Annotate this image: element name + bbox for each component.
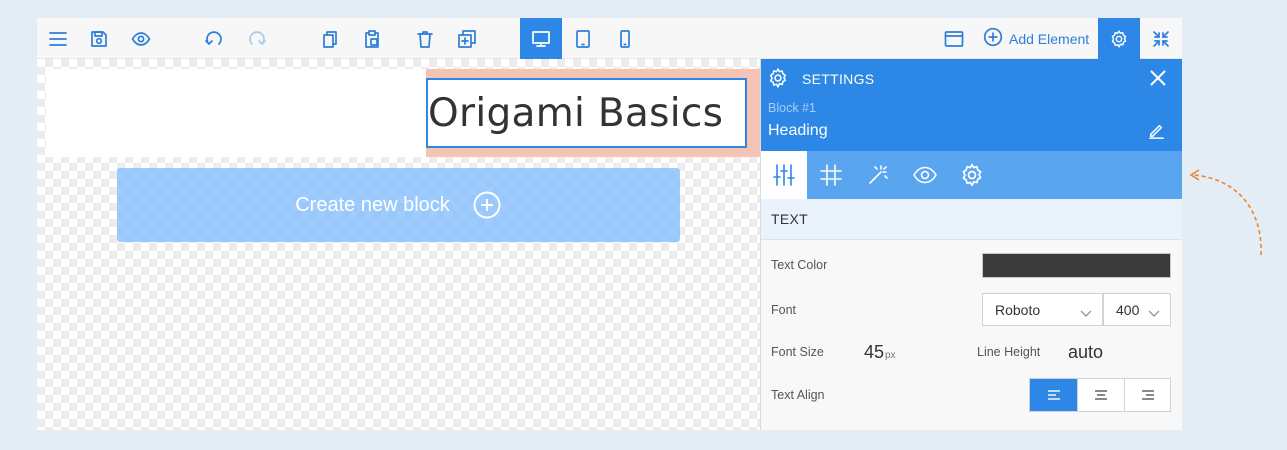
chevron-down-icon <box>1148 305 1160 317</box>
collapse-arrows-icon[interactable] <box>1140 18 1182 59</box>
add-element-button[interactable]: Add Element <box>983 18 1089 59</box>
font-size-value[interactable]: 45 <box>864 342 884 363</box>
close-icon[interactable] <box>1149 69 1171 91</box>
top-toolbar: Add Element <box>37 18 1182 59</box>
font-family-value: Roboto <box>995 301 1041 318</box>
line-height-value[interactable]: auto <box>1068 342 1103 363</box>
delete-icon[interactable] <box>405 18 445 59</box>
add-element-label: Add Element <box>1009 30 1090 47</box>
mobile-icon[interactable] <box>604 18 646 59</box>
align-left-icon[interactable] <box>1030 379 1077 411</box>
text-align-group <box>1029 378 1171 412</box>
plus-circle-icon <box>473 191 501 219</box>
menu-icon[interactable] <box>38 18 78 59</box>
heading-text[interactable]: Origami Basics <box>428 91 723 136</box>
desktop-icon[interactable] <box>520 18 562 59</box>
font-weight-value: 400 <box>1116 301 1140 318</box>
magic-wand-icon[interactable] <box>855 151 901 199</box>
undo-icon[interactable] <box>194 18 234 59</box>
duplicate-icon[interactable] <box>447 18 487 59</box>
copy-icon[interactable] <box>310 18 350 59</box>
text-align-label: Text Align <box>771 388 825 402</box>
preview-eye-icon[interactable] <box>121 18 161 59</box>
content-block[interactable]: Origami Basics <box>46 69 760 157</box>
tablet-icon[interactable] <box>562 18 604 59</box>
settings-gear-icon[interactable] <box>1098 18 1140 59</box>
settings-header: SETTINGS Block #1 Heading <box>761 59 1182 151</box>
font-label: Font <box>771 303 797 317</box>
add-circle-icon <box>983 27 1003 50</box>
chevron-down-icon <box>1080 305 1092 317</box>
heading-element[interactable]: Origami Basics <box>426 78 747 148</box>
annotation-arrow-icon <box>1189 169 1262 256</box>
page-builder-app: Add Element Origami Basics Create new bl… <box>37 18 1182 430</box>
redo-icon[interactable] <box>237 18 277 59</box>
settings-tabs <box>761 151 1182 199</box>
font-size-label: Font Size <box>771 345 824 359</box>
edit-pencil-icon[interactable] <box>1147 121 1169 143</box>
block-number: Block #1 <box>768 101 816 115</box>
settings-gear-icon <box>767 67 791 91</box>
settings-title: SETTINGS <box>802 71 875 87</box>
sliders-icon[interactable] <box>761 151 807 199</box>
create-new-block-button[interactable]: Create new block <box>117 168 680 242</box>
paste-icon[interactable] <box>352 18 392 59</box>
text-section-header: TEXT <box>761 199 1182 240</box>
align-center-icon[interactable] <box>1077 379 1124 411</box>
align-right-icon[interactable] <box>1124 379 1171 411</box>
element-name: Heading <box>768 122 828 139</box>
font-family-select[interactable]: Roboto <box>982 293 1103 326</box>
eye-icon[interactable] <box>902 151 948 199</box>
layout-grid-icon[interactable] <box>808 151 854 199</box>
text-color-swatch[interactable] <box>982 253 1171 278</box>
gear-icon[interactable] <box>949 151 995 199</box>
create-block-label: Create new block <box>295 193 450 216</box>
font-weight-select[interactable]: 400 <box>1103 293 1171 326</box>
text-color-label: Text Color <box>771 258 828 272</box>
settings-panel: SETTINGS Block #1 Heading TEXT Text Colo… <box>760 59 1182 430</box>
font-size-unit: px <box>885 350 896 361</box>
editor-canvas[interactable]: Origami Basics Create new block <box>37 59 760 430</box>
browser-window-icon[interactable] <box>934 18 974 59</box>
line-height-label: Line Height <box>977 345 1041 359</box>
save-icon[interactable] <box>79 18 119 59</box>
